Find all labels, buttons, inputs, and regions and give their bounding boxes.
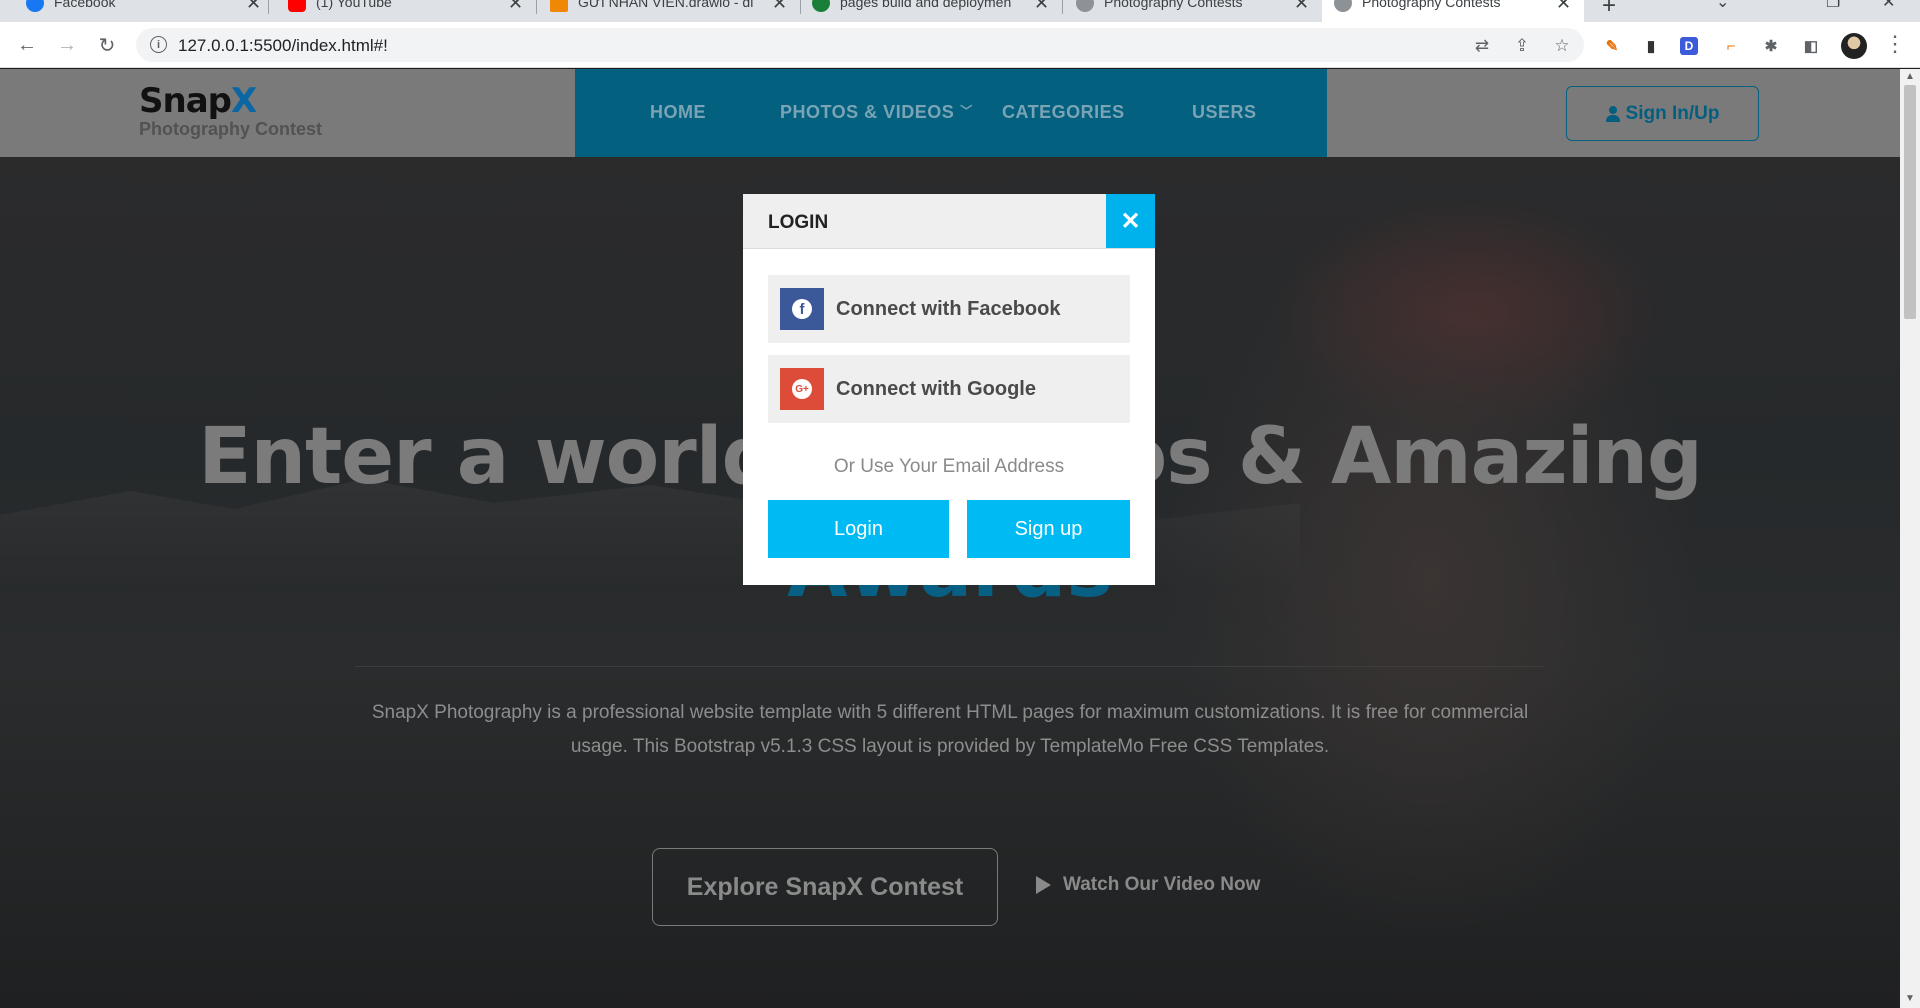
hero-description: SnapX Photography is a professional webs… (371, 702, 1529, 757)
extensions-puzzle-icon[interactable]: ✱ (1760, 35, 1782, 57)
logo-subtitle: Photography Contest (139, 119, 322, 139)
watch-video-link[interactable]: Watch Our Video Now (1036, 874, 1260, 896)
share-icon[interactable]: ⇪ (1511, 35, 1533, 57)
modal-header: LOGIN ✕ (743, 194, 1155, 249)
chevron-down-icon: ﹀ (960, 104, 973, 118)
page-viewport: Enter a world of Photos & Amazing Awards… (0, 69, 1900, 1008)
site-info-icon[interactable]: i (150, 36, 167, 53)
tab-photography-contests-active[interactable]: Photography Contests ✕ (1322, 0, 1584, 22)
tab-title: GỬI NHÂN VIÊN.drawio - di (578, 0, 754, 10)
scroll-up-icon[interactable]: ▲ (1905, 71, 1915, 82)
nav-home[interactable]: HOME (650, 102, 706, 123)
explore-contest-button[interactable]: Explore SnapX Contest (652, 848, 998, 926)
email-divider-text: Or Use Your Email Address (833, 456, 1065, 477)
back-icon[interactable]: ← (14, 32, 40, 58)
google-login-label: Connect with Google (836, 377, 1036, 400)
close-icon[interactable]: ✕ (246, 0, 261, 14)
hero-divider (355, 666, 1545, 667)
tab-youtube[interactable]: (1) YouTube ✕ (270, 0, 536, 22)
facebook-icon (26, 0, 44, 12)
user-icon (1605, 105, 1620, 122)
tab-photography-contests[interactable]: Photography Contests ✕ (1064, 0, 1322, 22)
tab-facebook[interactable]: Facebook ✕ (0, 0, 268, 22)
address-bar[interactable]: i 127.0.0.1:5500/index.html#! ⇄ ⇪ ☆ (136, 28, 1584, 62)
tab-drawio[interactable]: GỬI NHÂN VIÊN.drawio - di ✕ (538, 0, 800, 22)
youtube-icon (288, 0, 306, 12)
tab-separator (1062, 0, 1063, 14)
close-icon[interactable]: ✕ (1106, 194, 1155, 248)
close-icon[interactable]: ✕ (1294, 0, 1309, 14)
scroll-down-icon[interactable]: ▼ (1905, 993, 1915, 1004)
login-modal: LOGIN ✕ f Connect with Facebook G+ Conne… (743, 194, 1155, 585)
sign-in-up-button[interactable]: Sign In/Up (1566, 86, 1759, 141)
color-picker-extension-icon[interactable]: ✎ (1601, 35, 1623, 57)
tab-separator (800, 0, 801, 14)
battery-extension-icon[interactable]: ▮ (1640, 35, 1662, 57)
nav-users[interactable]: USERS (1192, 102, 1257, 123)
translate-icon[interactable]: ⇄ (1471, 35, 1493, 57)
site-header: SnapX Photography Contest HOME PHOTOS & … (0, 69, 1900, 157)
modal-title: LOGIN (768, 212, 829, 233)
sign-in-up-label: Sign In/Up (1625, 102, 1720, 124)
nav-photos-videos[interactable]: PHOTOS & VIDEOS ﹀ (780, 102, 973, 123)
page-scrollbar[interactable]: ▲ ▼ (1900, 69, 1920, 1008)
tab-title: Photography Contests (1362, 0, 1501, 10)
main-nav: HOME PHOTOS & VIDEOS ﹀ CATEGORIES USERS (575, 69, 1327, 157)
google-plus-icon: G+ (780, 368, 824, 410)
browser-toolbar: ← → ↻ i 127.0.0.1:5500/index.html#! ⇄ ⇪ … (0, 22, 1920, 68)
watch-video-label: Watch Our Video Now (1063, 874, 1261, 895)
close-icon[interactable]: ✕ (1034, 0, 1049, 14)
url-text[interactable]: 127.0.0.1:5500/index.html#! (178, 36, 388, 56)
globe-icon (1334, 0, 1352, 12)
browser-menu-icon[interactable]: ⋮ (1884, 31, 1906, 57)
tab-title: (1) YouTube (316, 0, 392, 10)
restore-window-icon[interactable]: ❐ (1826, 0, 1840, 12)
close-window-icon[interactable]: ✕ (1882, 0, 1895, 12)
scrollbar-thumb[interactable] (1904, 85, 1916, 319)
close-icon[interactable]: ✕ (508, 0, 523, 14)
side-panel-icon[interactable]: ◧ (1800, 35, 1822, 57)
bookmark-star-icon[interactable]: ☆ (1551, 35, 1573, 57)
tab-pages-build[interactable]: pages build and deploymen ✕ (802, 0, 1062, 22)
signup-button[interactable]: Sign up (967, 500, 1130, 558)
tab-title: pages build and deploymen (840, 0, 1012, 10)
facebook-login-button[interactable]: f Connect with Facebook (768, 275, 1130, 343)
tag-extension-icon[interactable]: ⌐ (1720, 35, 1742, 57)
new-tab-button[interactable]: + (1602, 0, 1616, 20)
facebook-login-label: Connect with Facebook (836, 297, 1061, 320)
close-icon[interactable]: ✕ (1556, 0, 1571, 14)
reload-icon[interactable]: ↻ (94, 32, 120, 58)
d-extension-icon[interactable]: D (1680, 37, 1698, 55)
tab-title: Facebook (54, 0, 116, 10)
site-logo[interactable]: SnapX Photography Contest (139, 81, 322, 140)
tab-separator (268, 0, 269, 14)
globe-icon (1076, 0, 1094, 12)
tab-search-icon[interactable]: ⌄ (1716, 0, 1729, 12)
nav-categories[interactable]: CATEGORIES (1002, 102, 1125, 123)
browser-tab-strip: Facebook ✕ (1) YouTube ✕ GỬI NHÂN VIÊN.d… (0, 0, 1920, 22)
check-icon (812, 0, 830, 12)
play-icon (1036, 876, 1051, 894)
tab-separator (536, 0, 537, 14)
drawio-icon (550, 0, 568, 12)
profile-avatar[interactable] (1841, 33, 1867, 59)
tab-title: Photography Contests (1104, 0, 1243, 10)
facebook-icon: f (780, 288, 824, 330)
google-login-button[interactable]: G+ Connect with Google (768, 355, 1130, 423)
close-icon[interactable]: ✕ (772, 0, 787, 14)
login-button[interactable]: Login (768, 500, 949, 558)
forward-icon[interactable]: → (54, 32, 80, 58)
logo-brand: SnapX (139, 81, 257, 121)
